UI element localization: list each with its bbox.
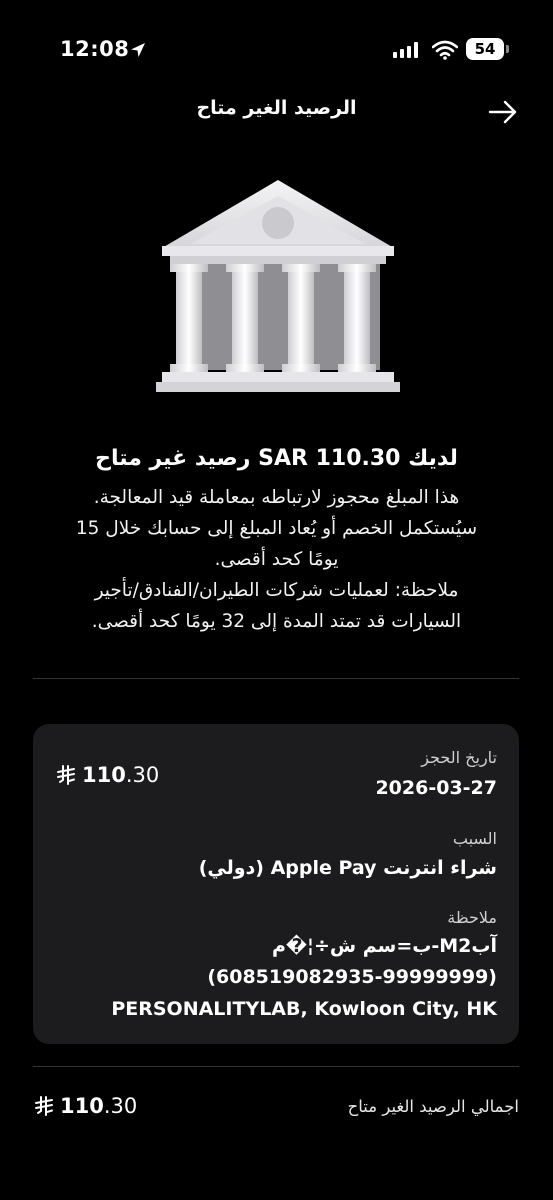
battery-tip <box>506 45 509 53</box>
status-time: 12:08 <box>60 37 130 61</box>
battery-indicator: 54 <box>466 38 504 60</box>
transaction-amount: 110.30 <box>56 763 159 787</box>
reason-value: شراء انترنت Apple Pay (دولي) <box>198 857 497 879</box>
explanation-text: هذا المبلغ محجوز لارتباطه بمعاملة قيد ال… <box>30 482 523 637</box>
explanation-line: هذا المبلغ محجوز لارتباطه بمعاملة قيد ال… <box>93 487 460 508</box>
total-unavailable-label: اجمالي الرصيد الغير متاح <box>347 1097 519 1116</box>
booking-date-value: 2026-03-27 <box>375 777 497 799</box>
total-amount-decimal: .30 <box>103 1094 138 1118</box>
booking-date-label: تاريخ الحجز <box>421 748 497 767</box>
explanation-line: يومًا كحد أقصى. <box>214 549 339 570</box>
divider <box>33 1066 519 1067</box>
cellular-signal-icon <box>393 42 418 58</box>
explanation-line: ملاحظة: لعمليات شركات الطيران/الفنادق/تأ… <box>94 580 459 601</box>
note-line: آبM2-ب=سم ش÷¦�م <box>271 935 497 957</box>
amount-integer: 110 <box>82 763 126 787</box>
riyal-currency-icon <box>57 765 75 785</box>
total-unavailable-amount: 110.30 <box>34 1094 137 1118</box>
back-arrow-icon[interactable] <box>486 97 520 127</box>
explanation-line: السيارات قد تمتد المدة إلى 32 يومًا كحد … <box>91 611 462 632</box>
note-line: (608519082935-99999999) <box>207 966 497 988</box>
unavailable-balance-headline: لديك SAR 110.30 رصيد غير متاح <box>95 446 458 471</box>
note-line: PERSONALITYLAB, Kowloon City, HK <box>111 998 497 1020</box>
wifi-icon <box>432 40 458 60</box>
page-title: الرصيد الغير متاح <box>196 97 357 119</box>
divider <box>33 678 519 679</box>
riyal-currency-icon <box>35 1096 53 1116</box>
explanation-line: سيُستكمل الخصم أو يُعاد المبلغ إلى حسابك… <box>75 518 478 539</box>
battery-level: 54 <box>474 40 496 58</box>
location-arrow-icon <box>131 43 145 57</box>
amount-decimal: .30 <box>125 763 160 787</box>
bank-building-icon <box>156 180 400 392</box>
note-label: ملاحظة <box>447 908 497 927</box>
reason-label: السبب <box>452 829 497 848</box>
total-amount-integer: 110 <box>60 1094 104 1118</box>
